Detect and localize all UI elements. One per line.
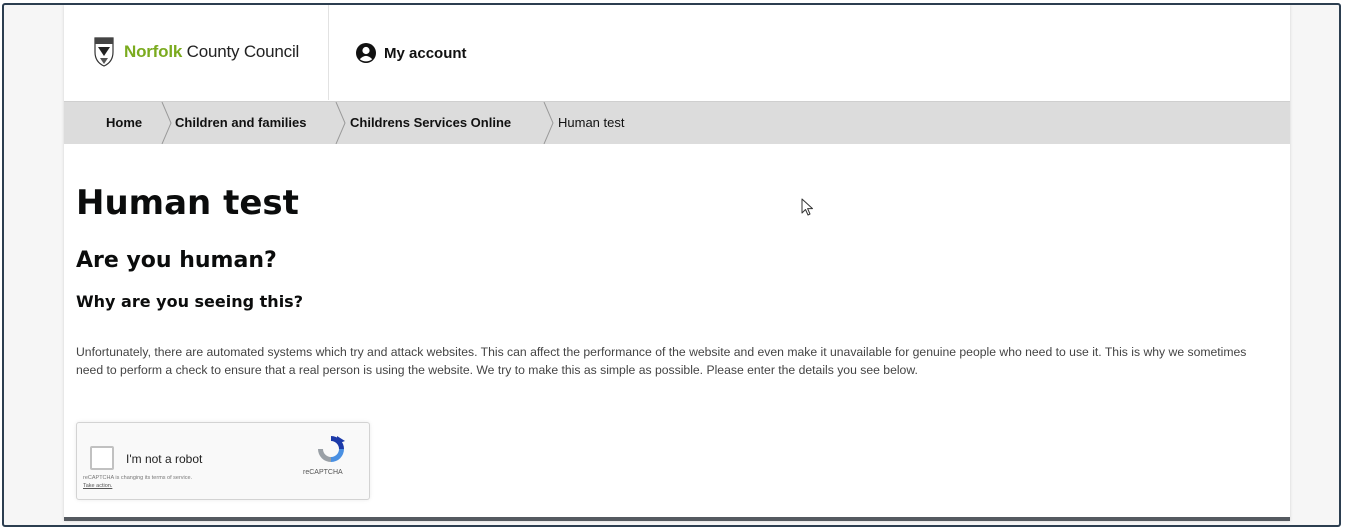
breadcrumb-separator-icon — [543, 102, 554, 144]
site-logo-link[interactable]: Norfolk County Council — [64, 5, 329, 100]
mouse-pointer-icon — [801, 198, 813, 216]
section-heading: Why are you seeing this? — [76, 292, 303, 311]
explanation-paragraph: Unfortunately, there are automated syste… — [76, 345, 1247, 377]
recaptcha-widget: I'm not a robot reCAPTCHA is changing it… — [76, 422, 370, 500]
norfolk-crest-icon — [94, 37, 114, 67]
logo-brand-text: Norfolk — [124, 42, 183, 61]
browser-frame: Norfolk County Council My account Home C… — [2, 3, 1341, 527]
breadcrumb-childrens-services-online[interactable]: Childrens Services Online — [350, 102, 511, 144]
recaptcha-take-action-link[interactable]: Take action. — [83, 483, 112, 489]
recaptcha-label: I'm not a robot — [126, 452, 203, 466]
user-circle-icon — [356, 43, 376, 63]
recaptcha-logo-icon — [318, 436, 345, 462]
page: Norfolk County Council My account Home C… — [64, 5, 1290, 521]
recaptcha-terms-notice: reCAPTCHA is changing its terms of servi… — [83, 475, 193, 481]
page-subtitle: Are you human? — [76, 248, 277, 273]
recaptcha-checkbox[interactable] — [90, 446, 114, 470]
page-title: Human test — [76, 183, 299, 223]
breadcrumb-separator-icon — [161, 102, 172, 144]
page-bottom-edge — [64, 517, 1290, 521]
my-account-link[interactable]: My account — [356, 43, 467, 63]
my-account-label: My account — [384, 44, 467, 62]
site-logo-text: Norfolk County Council — [124, 42, 299, 62]
recaptcha-brand: reCAPTCHA — [303, 469, 343, 476]
breadcrumb-home[interactable]: Home — [106, 102, 142, 144]
logo-council-text: County Council — [182, 42, 300, 61]
breadcrumb-separator-icon — [335, 102, 346, 144]
breadcrumb-children-and-families[interactable]: Children and families — [175, 102, 306, 144]
breadcrumb-current-page: Human test — [558, 115, 625, 130]
breadcrumb: Home Children and families Childrens Ser… — [64, 101, 1290, 144]
site-header: Norfolk County Council My account — [64, 5, 1290, 100]
